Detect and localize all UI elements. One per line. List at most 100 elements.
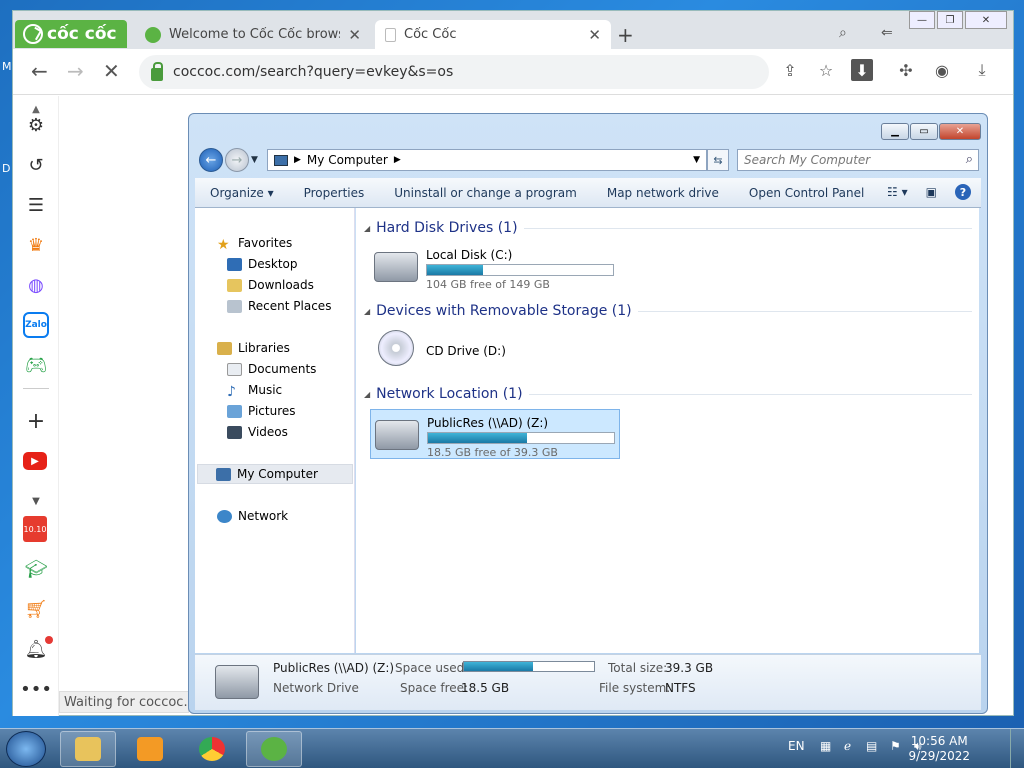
sidebar-divider	[23, 388, 49, 389]
tray-action-center-icon[interactable]: ⚑	[890, 739, 901, 753]
tab-close-icon[interactable]: ✕	[588, 26, 601, 44]
properties-button[interactable]: Properties	[289, 186, 380, 200]
collapse-triangle-icon[interactable]: ◢	[364, 390, 370, 399]
history-icon[interactable]: ↺	[23, 152, 49, 178]
taskbar-chrome[interactable]	[184, 731, 240, 767]
game-icon[interactable]: 🎮︎	[23, 352, 49, 378]
address-bar[interactable]: coccoc.com/search?query=evkey&s=os	[139, 55, 769, 89]
uninstall-program-button[interactable]: Uninstall or change a program	[379, 186, 592, 200]
map-network-drive-button[interactable]: Map network drive	[592, 186, 734, 200]
forward-arrow-icon[interactable]: →	[67, 59, 84, 83]
close-button[interactable]: ✕	[939, 123, 981, 140]
messenger-icon[interactable]: ◍	[23, 272, 49, 298]
tray-ie-icon[interactable]: ℯ	[844, 739, 851, 753]
back-swipe-icon[interactable]: ⇐	[881, 25, 893, 41]
youtube-icon[interactable]: ▶	[23, 452, 47, 470]
desktop-edge-char: D	[2, 162, 11, 175]
chevron-down-icon[interactable]: ▼	[693, 155, 700, 165]
group-header-hard-disk[interactable]: ◢ Hard Disk Drives (1)	[364, 220, 972, 236]
minimize-button[interactable]: —	[909, 11, 935, 29]
settings-icon[interactable]: ⚙	[23, 112, 49, 138]
stop-loading-icon[interactable]: ✕	[103, 59, 120, 83]
nav-music[interactable]: ♪ Music	[227, 383, 282, 400]
nav-favorites[interactable]: ★ Favorites	[217, 236, 292, 253]
space-free-label: Space free:	[400, 681, 469, 695]
nav-downloads[interactable]: Downloads	[227, 278, 314, 292]
nav-recent-places[interactable]: Recent Places	[227, 299, 331, 313]
zalo-icon[interactable]: Zalo	[23, 312, 49, 338]
nav-libraries[interactable]: Libraries	[217, 341, 290, 355]
nav-label: My Computer	[237, 467, 318, 481]
nav-desktop[interactable]: Desktop	[227, 257, 298, 271]
preview-pane-icon[interactable]: ▣	[926, 185, 937, 199]
nav-documents[interactable]: Documents	[227, 362, 316, 376]
close-button[interactable]: ✕	[965, 11, 1007, 29]
extensions-icon[interactable]: ✣	[895, 59, 917, 81]
total-size-label: Total size:	[608, 661, 668, 675]
maximize-button[interactable]: ▭	[910, 123, 938, 140]
search-icon[interactable]: ⌕	[966, 152, 973, 167]
shopping-icon[interactable]: 🛒︎	[23, 596, 49, 622]
tray-network-icon[interactable]: ▤	[866, 739, 877, 753]
nav-my-computer[interactable]: My Computer	[197, 464, 353, 484]
notes-icon[interactable]: ☰	[23, 192, 49, 218]
drive-publicres-z[interactable]: PublicRes (\\AD) (Z:) 18.5 GB free of 39…	[370, 409, 620, 459]
back-arrow-icon[interactable]: ←	[199, 148, 223, 172]
taskbar-explorer[interactable]	[60, 731, 116, 767]
organize-button[interactable]: Organize ▾	[195, 186, 289, 200]
language-indicator[interactable]: EN	[788, 739, 805, 753]
drive-cd-d[interactable]: CD Drive (D:)	[370, 326, 620, 376]
tab-search-icon[interactable]: ⌕	[839, 25, 847, 41]
address-breadcrumb[interactable]: ▶ My Computer ▶ ▼	[267, 149, 707, 171]
breadcrumb-my-computer[interactable]: My Computer	[307, 153, 388, 167]
taskbar-coccoc[interactable]	[246, 731, 302, 767]
share-icon[interactable]: ⇪	[779, 59, 801, 81]
profile-icon[interactable]: ◉	[931, 59, 953, 81]
open-control-panel-button[interactable]: Open Control Panel	[734, 186, 879, 200]
maximize-button[interactable]: ❐	[937, 11, 963, 29]
chevron-right-icon[interactable]: ▶	[294, 155, 301, 165]
nav-label: Libraries	[238, 341, 290, 355]
nav-pictures[interactable]: Pictures	[227, 404, 296, 418]
crown-icon[interactable]: ♛	[23, 232, 49, 258]
taskbar-media-player[interactable]	[122, 731, 178, 767]
downloads-icon[interactable]: ⤓	[971, 59, 993, 81]
refresh-icon[interactable]: ⇆	[707, 149, 729, 171]
recent-pages-icon[interactable]: ▼	[251, 155, 258, 165]
more-down-icon[interactable]: ▼	[23, 488, 49, 514]
help-icon[interactable]: ?	[955, 184, 971, 200]
lock-icon	[151, 61, 163, 81]
drive-local-disk-c[interactable]: Local Disk (C:) 104 GB free of 149 GB	[370, 242, 620, 292]
hard-drive-icon	[374, 252, 418, 282]
minimize-button[interactable]: ▁	[881, 123, 909, 140]
group-header-network[interactable]: ◢ Network Location (1)	[364, 386, 972, 402]
education-icon[interactable]: 🎓︎	[23, 556, 49, 582]
group-header-removable[interactable]: ◢ Devices with Removable Storage (1)	[364, 303, 972, 319]
collapse-triangle-icon[interactable]: ◢	[364, 307, 370, 316]
bookmark-star-icon[interactable]: ☆	[815, 59, 837, 81]
forward-arrow-icon[interactable]: →	[225, 148, 249, 172]
chevron-right-icon[interactable]: ▶	[394, 155, 401, 165]
url-text: coccoc.com/search?query=evkey&s=os	[173, 64, 454, 80]
tab-close-icon[interactable]: ✕	[348, 26, 361, 44]
nav-network[interactable]: Network	[217, 509, 288, 523]
collapse-triangle-icon[interactable]: ◢	[364, 224, 370, 233]
search-input[interactable]: Search My Computer ⌕	[737, 149, 979, 171]
coccoc-brand-button[interactable]: cốc cốc	[15, 20, 127, 48]
more-icon[interactable]: •••	[20, 676, 52, 702]
page-favicon-icon	[385, 27, 396, 42]
tray-evkey-icon[interactable]: ▦	[820, 739, 831, 753]
tab-coccoc[interactable]: Cốc Cốc ✕	[375, 20, 611, 49]
back-arrow-icon[interactable]: ←	[31, 59, 48, 83]
network-drive-icon	[215, 665, 259, 699]
shopee-icon[interactable]: 10.10	[23, 516, 47, 542]
view-options-icon[interactable]: ☷ ▾	[887, 185, 908, 199]
show-desktop-button[interactable]	[1010, 729, 1024, 768]
new-tab-button[interactable]: +	[617, 23, 634, 47]
nav-videos[interactable]: Videos	[227, 425, 288, 439]
add-icon[interactable]: +	[23, 408, 49, 434]
tab-welcome[interactable]: Welcome to Cốc Cốc browse ✕	[135, 20, 371, 49]
clock[interactable]: 10:56 AM 9/29/2022	[908, 734, 970, 764]
download-media-icon[interactable]: ⬇	[851, 59, 873, 81]
start-button[interactable]	[6, 731, 46, 767]
